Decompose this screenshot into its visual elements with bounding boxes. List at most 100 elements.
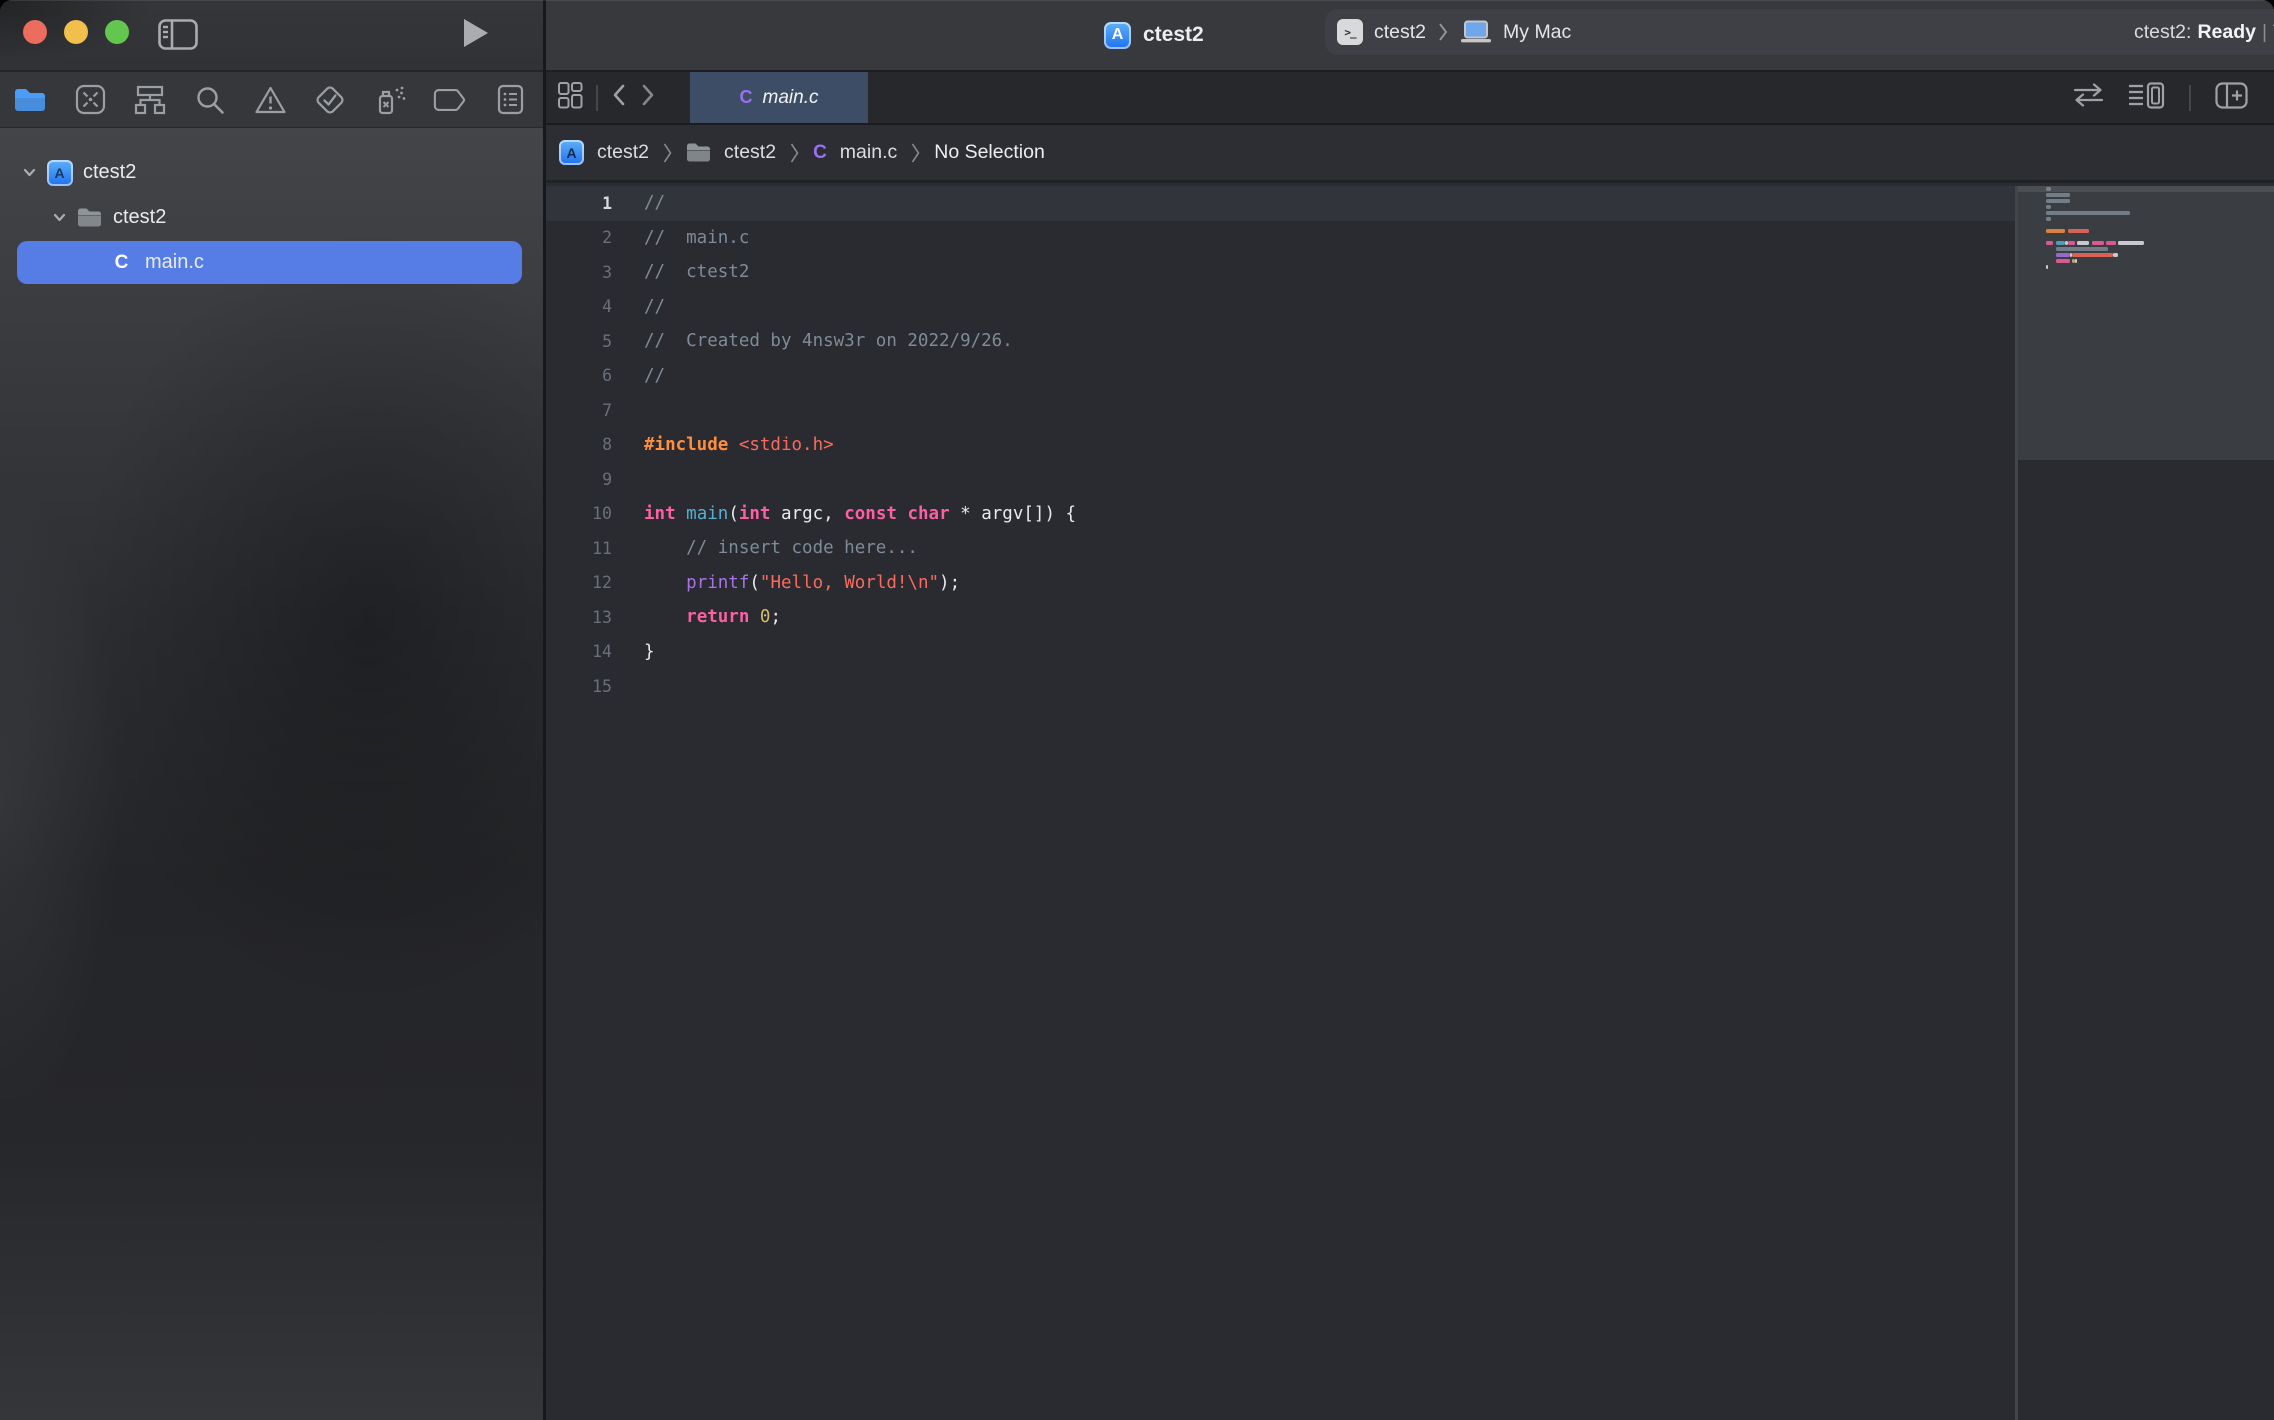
toolbar: A ctest2 >_ ctest2 My Mac ctest2:Ready|T… (546, 0, 2274, 70)
code-text: #include <stdio.h> (644, 435, 834, 455)
code-line-11[interactable]: 11 // insert code here... (546, 531, 2015, 566)
zoom-window-button[interactable] (105, 20, 129, 44)
minimap-line-fragment (2046, 199, 2070, 203)
line-number[interactable]: 1 (546, 194, 612, 213)
line-number[interactable]: 5 (546, 332, 612, 351)
scheme-and-status-bar: >_ ctest2 My Mac ctest2:Ready|Today at 1… (1325, 9, 2274, 55)
source-editor[interactable]: 1//2// main.c3// ctest2 4 // 5// Created by… (546, 186, 2274, 1420)
sidebar-editor-divider[interactable] (543, 0, 546, 1420)
minimap-line-fragment (2056, 259, 2070, 263)
code-line-8[interactable]: 8 #include <stdio.h> (546, 428, 2015, 463)
code-line-10[interactable]: 10int main(int argc, const char * argv[]… (546, 497, 2015, 532)
code-line-7[interactable]: 7 (546, 393, 2015, 428)
code-line-3[interactable]: 3// ctest2 (546, 255, 2015, 290)
scheme-target-menu[interactable]: ctest2 (1374, 21, 1426, 44)
line-number[interactable]: 6 (546, 366, 612, 385)
issue-navigator-icon[interactable] (253, 82, 287, 118)
project-navigator-sidebar: Actest2 ctest2 Cmain.c (0, 128, 543, 1420)
go-back-icon[interactable] (611, 83, 627, 112)
minimap-line-fragment (2056, 247, 2109, 251)
run-button[interactable] (462, 17, 490, 54)
code-review-icon[interactable] (2073, 83, 2104, 112)
minimap-line-fragment (2046, 241, 2053, 245)
line-number[interactable]: 8 (546, 435, 612, 454)
line-number[interactable]: 12 (546, 573, 612, 592)
code-line-1[interactable]: 1// (546, 186, 2015, 221)
line-number[interactable]: 11 (546, 539, 612, 558)
code-line-2[interactable]: 2// main.c (546, 221, 2015, 256)
code-line-5[interactable]: 5// Created by 4nsw3r on 2022/9/26. (546, 324, 2015, 359)
breakpoint-navigator-icon[interactable] (433, 82, 467, 118)
report-navigator-icon[interactable] (493, 82, 527, 118)
line-number[interactable]: 7 (546, 401, 612, 420)
minimize-window-button[interactable] (64, 20, 88, 44)
test-navigator-icon[interactable] (313, 82, 347, 118)
tab-overview-icon[interactable] (558, 82, 583, 114)
line-number[interactable]: 10 (546, 504, 612, 523)
code-line-4[interactable]: 4 // (546, 290, 2015, 325)
line-number[interactable]: 15 (546, 677, 612, 696)
close-window-button[interactable] (23, 20, 47, 44)
minimap-visible-region (2018, 186, 2274, 460)
disclosure-chevron-icon[interactable] (48, 210, 70, 225)
code-line-14[interactable]: 14} (546, 635, 2015, 670)
minimap-line-fragment (2106, 241, 2116, 245)
code-line-6[interactable]: 6// (546, 359, 2015, 394)
tree-item-ctest2[interactable]: Actest2 (0, 150, 543, 195)
tree-item-ctest2[interactable]: ctest2 (0, 195, 543, 240)
minimap-line-fragment (2118, 241, 2144, 245)
minimap[interactable] (2018, 186, 2274, 1420)
line-number[interactable]: 3 (546, 263, 612, 282)
source-control-navigator-icon[interactable] (73, 82, 107, 118)
jump-bar: Actest2ctest2Cmain.cNo Selection (546, 125, 2274, 183)
add-editor-icon[interactable] (2215, 82, 2248, 114)
status-project-label: ctest2: (2134, 21, 2191, 43)
code-text: return 0; (644, 607, 781, 627)
code-area[interactable]: 1//2// main.c3// ctest2 4 // 5// Created by… (546, 186, 2015, 704)
editor-options-icon[interactable] (2128, 82, 2165, 114)
jumpbar-item[interactable]: main.c (840, 141, 897, 164)
tree-item-main.c[interactable]: Cmain.c (0, 240, 543, 285)
find-navigator-icon[interactable] (193, 82, 227, 118)
line-number[interactable]: 2 (546, 228, 612, 247)
status-separator: | (2262, 21, 2267, 43)
scheme-destination-menu[interactable]: My Mac (1503, 21, 1571, 44)
folder-icon (686, 142, 711, 163)
minimap-line-fragment (2046, 217, 2051, 221)
code-line-13[interactable]: 13 return 0; (546, 600, 2015, 635)
line-number[interactable]: 13 (546, 608, 612, 627)
minimap-line-fragment (2046, 211, 2130, 215)
c-file-icon: C (813, 142, 827, 164)
code-text: // (644, 297, 665, 317)
code-line-15[interactable]: 15 (546, 669, 2015, 704)
jumpbar-item[interactable]: ctest2 (724, 141, 776, 164)
terminal-scheme-icon: >_ (1337, 19, 1363, 45)
code-text: // insert code here... (644, 538, 918, 558)
symbol-navigator-icon[interactable] (133, 82, 167, 118)
jumpbar-item[interactable]: No Selection (934, 141, 1045, 164)
code-line-12[interactable]: 12 printf("Hello, World!\n"); (546, 566, 2015, 601)
tab-main-c[interactable]: C main.c (690, 72, 868, 123)
c-file-icon: C (740, 87, 753, 108)
my-mac-icon (1460, 20, 1492, 44)
go-forward-icon[interactable] (640, 83, 656, 112)
jumpbar-item[interactable]: ctest2 (597, 141, 649, 164)
line-number[interactable]: 9 (546, 470, 612, 489)
project-navigator-icon[interactable] (13, 82, 47, 118)
minimap-line-fragment (2046, 229, 2065, 233)
code-line-9[interactable]: 9 (546, 462, 2015, 497)
line-number[interactable]: 14 (546, 642, 612, 661)
activity-status[interactable]: ctest2:Ready|Today at 19:54 (2134, 21, 2274, 44)
chevron-right-icon (663, 142, 672, 164)
minimap-line-fragment (2113, 253, 2118, 257)
line-number[interactable]: 4 (546, 297, 612, 316)
tab-label: main.c (763, 87, 819, 109)
code-text: } (644, 642, 655, 662)
disclosure-chevron-icon[interactable] (18, 165, 40, 180)
minimap-line-fragment (2056, 241, 2066, 245)
toggle-sidebar-icon[interactable] (158, 19, 198, 55)
debug-navigator-icon[interactable] (373, 82, 407, 118)
minimap-line-fragment (2056, 253, 2070, 257)
tree-item-label: ctest2 (113, 206, 166, 229)
titlebar-left (0, 0, 543, 70)
